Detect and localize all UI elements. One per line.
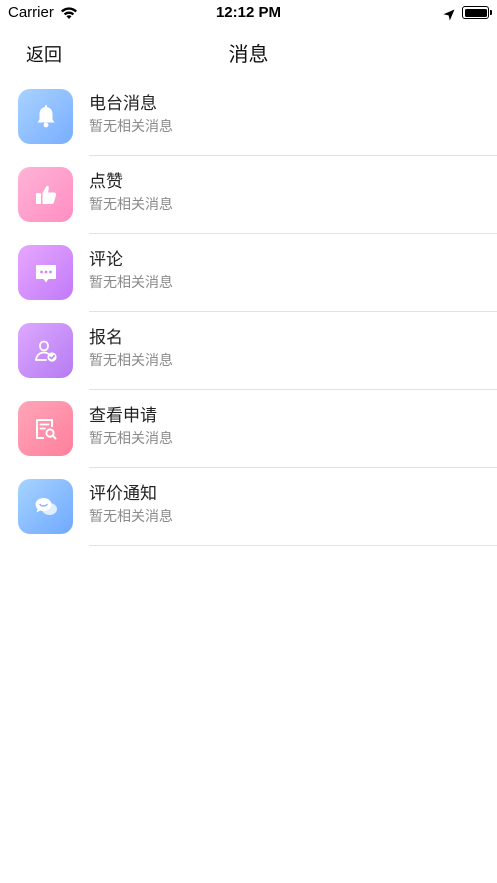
list-item-title: 评论 bbox=[89, 250, 123, 270]
divider bbox=[89, 545, 497, 546]
list-item-title: 点赞 bbox=[89, 172, 123, 192]
bell-icon bbox=[18, 89, 73, 144]
user-check-icon bbox=[18, 323, 73, 378]
navigation-bar: 返回 消息 bbox=[0, 26, 497, 78]
list-item-title: 查看申请 bbox=[89, 406, 157, 426]
location-arrow-icon bbox=[443, 6, 455, 25]
list-item-subtitle: 暂无相关消息 bbox=[89, 509, 173, 525]
list-item-likes[interactable]: 点赞 暂无相关消息 bbox=[0, 156, 497, 234]
list-item-comments[interactable]: 评论 暂无相关消息 bbox=[0, 234, 497, 312]
list-item-subtitle: 暂无相关消息 bbox=[89, 197, 173, 213]
battery-icon bbox=[462, 6, 492, 19]
list-item-signups[interactable]: 报名 暂无相关消息 bbox=[0, 312, 497, 390]
list-item-review-notifications[interactable]: 评价通知 暂无相关消息 bbox=[0, 468, 497, 546]
list-item-title: 评价通知 bbox=[89, 484, 157, 504]
chat-bubbles-icon bbox=[18, 479, 73, 534]
list-item-subtitle: 暂无相关消息 bbox=[89, 431, 173, 447]
list-item-title: 电台消息 bbox=[89, 94, 157, 114]
thumbs-up-icon bbox=[18, 167, 73, 222]
status-bar: Carrier 12:12 PM bbox=[0, 0, 497, 26]
list-item-subtitle: 暂无相关消息 bbox=[89, 353, 173, 369]
message-list: 电台消息 暂无相关消息 点赞 暂无相关消息 评论 暂无相关消息 报名 暂无相关消… bbox=[0, 78, 497, 546]
comment-icon bbox=[18, 245, 73, 300]
clock: 12:12 PM bbox=[215, 4, 282, 21]
list-item-title: 报名 bbox=[89, 328, 123, 348]
list-item-applications[interactable]: 查看申请 暂无相关消息 bbox=[0, 390, 497, 468]
list-item-subtitle: 暂无相关消息 bbox=[89, 119, 173, 135]
page-title: 消息 bbox=[228, 42, 269, 66]
list-item-radio-messages[interactable]: 电台消息 暂无相关消息 bbox=[0, 78, 497, 156]
document-search-icon bbox=[18, 401, 73, 456]
list-item-subtitle: 暂无相关消息 bbox=[89, 275, 173, 291]
